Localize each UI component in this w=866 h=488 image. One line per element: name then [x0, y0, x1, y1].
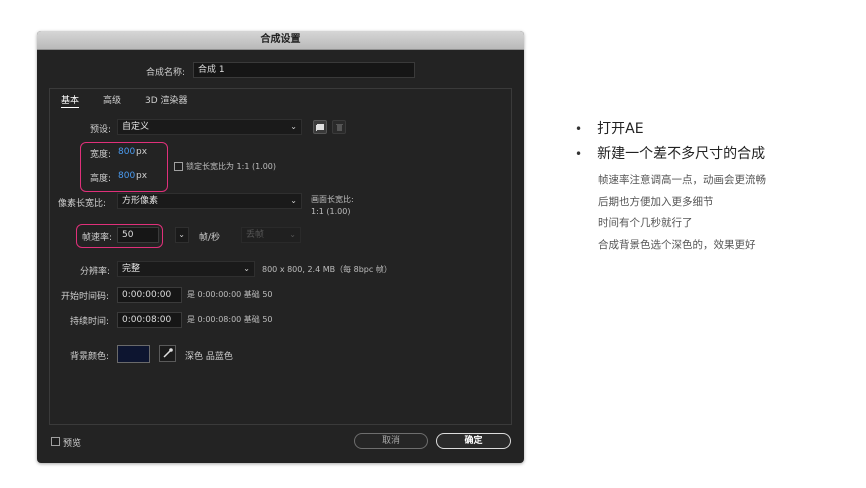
start-timecode-label: 开始时间码:: [61, 292, 110, 302]
note-line: 合成背景色选个深色的，效果更好: [598, 239, 756, 251]
duration-info: 是 0:00:08:00 基础 50: [187, 315, 273, 324]
chevron-down-icon: ⌄: [289, 230, 296, 239]
start-timecode-info: 是 0:00:00:00 基础 50: [187, 290, 273, 299]
tab-advanced[interactable]: 高级: [103, 93, 121, 106]
comp-name-input[interactable]: 合成 1: [193, 62, 415, 78]
preset-value: 自定义: [122, 122, 150, 132]
save-preset-button[interactable]: [313, 120, 327, 134]
duration-label: 持续时间:: [70, 317, 110, 327]
notes-bullet-2: • 新建一个差不多尺寸的合成: [575, 143, 765, 163]
save-preset-icon: [316, 124, 324, 131]
frame-rate-dropdown[interactable]: ⌄: [175, 227, 189, 243]
note-line: 帧速率注意调高一点，动画会更流畅: [598, 174, 766, 186]
resolution-value: 完整: [122, 264, 141, 274]
start-timecode-input[interactable]: 0:00:00:00: [117, 287, 182, 303]
width-unit: px: [136, 147, 148, 157]
comp-name-label: 合成名称:: [146, 68, 186, 78]
bullet-dot: •: [575, 122, 583, 136]
tab-3d-renderer[interactable]: 3D 渲染器: [145, 93, 188, 106]
preview-label: 预览: [63, 439, 82, 449]
cancel-button[interactable]: 取消: [354, 433, 428, 449]
width-value[interactable]: 800: [118, 147, 135, 157]
preset-label: 预设:: [90, 125, 112, 135]
pixel-aspect-select[interactable]: 方形像素 ⌄: [117, 193, 302, 209]
trash-icon: [336, 124, 343, 131]
resolution-label: 分辨率:: [80, 267, 111, 277]
note-line: 时间有个几秒就行了: [598, 217, 693, 229]
fps-label: 帧/秒: [199, 233, 221, 243]
resolution-select[interactable]: 完整 ⌄: [117, 261, 255, 277]
note-line: 后期也方便加入更多细节: [598, 196, 714, 208]
preset-select[interactable]: 自定义 ⌄: [117, 119, 302, 135]
bg-color-swatch[interactable]: [117, 345, 150, 363]
frame-aspect-label: 画面长宽比:: [311, 195, 354, 204]
dialog-title: 合成设置: [37, 31, 524, 50]
frame-rate-label: 帧速率:: [82, 233, 113, 243]
preview-checkbox[interactable]: [51, 437, 60, 446]
bg-color-name: 深色 品蓝色: [185, 352, 233, 362]
delete-preset-button[interactable]: [332, 120, 346, 134]
frame-rate-input[interactable]: 50: [117, 227, 159, 243]
settings-panel: [49, 88, 512, 425]
bullet-text: 打开AE: [597, 121, 644, 137]
composition-settings-dialog: 合成设置 合成名称: 合成 1 基本 高级 3D 渲染器 预设: 自定义 ⌄ 宽…: [37, 31, 524, 463]
chevron-down-icon: ⌄: [178, 230, 185, 239]
ok-button[interactable]: 确定: [436, 433, 511, 449]
bullet-dot: •: [575, 147, 583, 161]
height-unit: px: [136, 171, 148, 181]
pixel-aspect-value: 方形像素: [122, 196, 159, 206]
tab-basic[interactable]: 基本: [61, 93, 80, 108]
height-value[interactable]: 800: [118, 171, 135, 181]
eyedropper-icon: [163, 348, 173, 358]
frame-aspect-value: 1:1 (1.00): [311, 207, 351, 216]
width-label: 宽度:: [90, 150, 112, 160]
drop-frame-value: 丢帧: [246, 230, 265, 240]
resolution-info: 800 x 800, 2.4 MB（每 8bpc 帧）: [262, 265, 392, 274]
eyedropper-button[interactable]: [159, 345, 176, 362]
height-label: 高度:: [90, 174, 112, 184]
bg-color-label: 背景颜色:: [70, 352, 110, 362]
bullet-text: 新建一个差不多尺寸的合成: [597, 146, 766, 162]
chevron-down-icon: ⌄: [290, 196, 297, 205]
duration-input[interactable]: 0:00:08:00: [117, 312, 182, 328]
notes-bullet-1: • 打开AE: [575, 118, 644, 138]
chevron-down-icon: ⌄: [243, 264, 250, 273]
chevron-down-icon: ⌄: [290, 122, 297, 131]
lock-aspect-checkbox[interactable]: [174, 162, 183, 171]
lock-aspect-label: 锁定长宽比为 1:1 (1.00): [186, 162, 277, 171]
pixel-aspect-label: 像素长宽比:: [58, 199, 107, 209]
drop-frame-select[interactable]: 丢帧 ⌄: [241, 227, 301, 243]
